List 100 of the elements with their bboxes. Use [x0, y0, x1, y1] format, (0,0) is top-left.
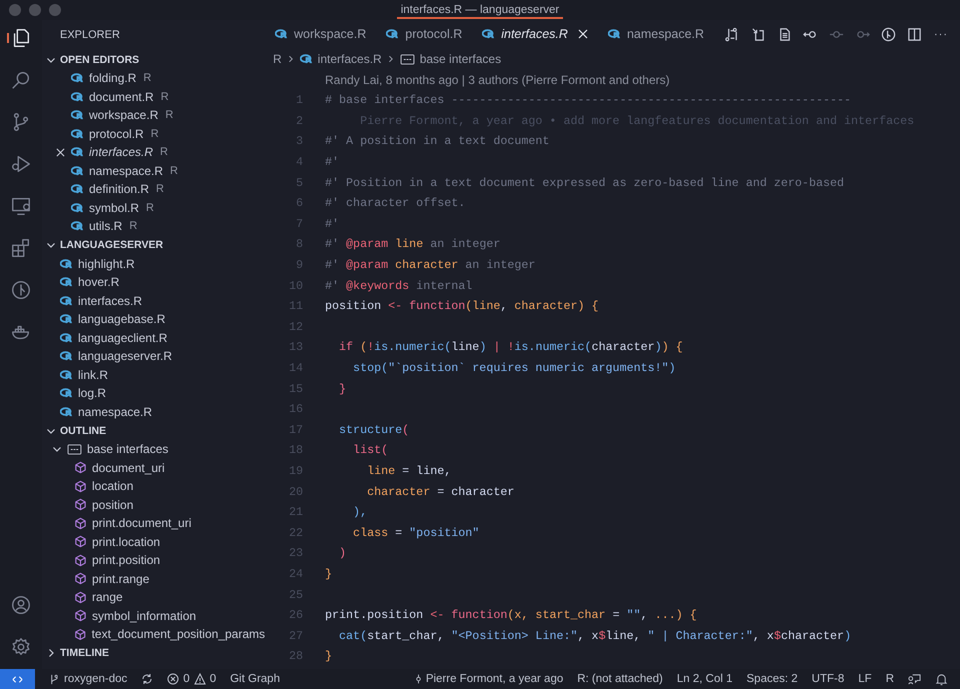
open-editor-item[interactable]: interfaces.R R [42, 143, 265, 162]
code-line: #' [325, 155, 340, 170]
outline-item[interactable]: print.location [42, 532, 265, 551]
open-editor-item[interactable]: workspace.R R [42, 106, 265, 124]
outline-item[interactable]: symbol_information [42, 606, 265, 625]
cube-icon [74, 516, 87, 530]
file-item[interactable]: log.R [42, 384, 265, 402]
open-editor-item[interactable]: symbol.R R [42, 198, 265, 217]
feedback-icon[interactable] [908, 672, 921, 686]
settings-icon[interactable] [10, 636, 32, 658]
r-file-icon [71, 202, 84, 213]
git-graph-status[interactable]: Git Graph [230, 673, 280, 685]
close-icon[interactable] [578, 29, 588, 39]
r-file-icon [60, 370, 73, 380]
editor-tab[interactable]: protocol.R [376, 20, 472, 48]
open-editor-item[interactable]: protocol.R R [42, 124, 265, 143]
run-debug-icon[interactable] [10, 153, 32, 175]
remote-explorer-icon[interactable] [10, 195, 32, 217]
code-line: character = character [366, 484, 514, 499]
search-icon[interactable] [10, 69, 32, 91]
document-icon[interactable] [777, 26, 792, 42]
file-item[interactable]: namespace.R [42, 402, 265, 421]
editor-tab[interactable]: interfaces.R [472, 20, 598, 48]
section-header[interactable]: OUTLINE [60, 424, 106, 436]
file-item[interactable]: highlight.R [42, 254, 265, 273]
breadcrumb-item[interactable]: R [273, 52, 282, 66]
open-editor-item[interactable]: namespace.R R [42, 162, 265, 180]
file-item[interactable]: languageclient.R [42, 328, 265, 347]
close-icon[interactable] [56, 148, 64, 157]
open-editor-item[interactable]: document.R R [42, 88, 265, 106]
outline-item[interactable]: print.document_uri [42, 514, 265, 532]
error-icon [167, 673, 180, 685]
branch-status[interactable]: roxygen-doc [49, 673, 128, 685]
file-item[interactable]: interfaces.R [42, 292, 265, 310]
file-arrow-icon[interactable] [751, 26, 766, 42]
r-session-status[interactable]: R: (not attached) [577, 673, 663, 685]
chevron-right-icon[interactable] [46, 648, 56, 658]
r-file-icon [71, 147, 84, 158]
editor-tab[interactable]: workspace.R [265, 20, 376, 48]
outline-item[interactable]: print.position [42, 551, 265, 570]
editor-tab[interactable]: namespace.R [598, 20, 714, 48]
cube-icon [74, 609, 87, 622]
file-item[interactable]: hover.R [42, 273, 265, 292]
code-line: #' A position in a text document [325, 134, 550, 148]
breadcrumb-item[interactable]: interfaces.R [318, 52, 382, 66]
extensions-icon[interactable] [10, 237, 32, 259]
cursor-position-status[interactable]: Ln 2, Col 1 [676, 673, 733, 685]
r-file-icon [482, 29, 496, 39]
sync-icon[interactable] [141, 673, 154, 685]
r-file-icon [71, 166, 84, 176]
remote-button[interactable] [0, 669, 35, 689]
r-file-icon [71, 110, 84, 120]
outline-item[interactable]: document_uri [42, 458, 265, 477]
git-status-label: R [165, 109, 174, 122]
outline-item[interactable]: print.range [42, 570, 265, 588]
open-editor-item[interactable]: utils.R R [42, 217, 265, 236]
open-editor-item[interactable]: folding.R R [42, 69, 265, 88]
line-ending-status[interactable]: LF [858, 673, 872, 685]
cube-icon [74, 628, 87, 641]
git-status-label: R [160, 90, 169, 103]
code-line: structure( [338, 422, 410, 437]
bell-icon[interactable] [935, 672, 948, 686]
code-line: #' [325, 216, 340, 231]
chevron-down-icon[interactable] [52, 444, 62, 454]
r-file-icon [60, 258, 73, 269]
blame-annotation[interactable]: Randy Lai, 8 months ago | 3 authors (Pierre Formont and others) [325, 73, 670, 87]
open-editor-item[interactable]: definition.R R [42, 180, 265, 198]
git-status-label: R [146, 202, 154, 214]
circled-branch-icon[interactable] [881, 26, 896, 42]
file-item[interactable]: languagebase.R [42, 310, 265, 328]
blame-status[interactable]: Pierre Formont, a year ago [414, 673, 564, 685]
language-status[interactable]: R [886, 673, 894, 685]
outline-item[interactable]: text_document_position_params [42, 625, 265, 644]
r-file-icon [71, 128, 84, 139]
outline-item[interactable]: position [42, 496, 265, 514]
account-icon[interactable] [10, 594, 32, 616]
outline-item[interactable]: base interfaces [42, 440, 265, 458]
problems-status[interactable]: 0 0 [167, 673, 216, 685]
cube-icon [74, 480, 87, 493]
section-header[interactable]: LANGUAGESERVER [60, 239, 164, 251]
code-line: cat(start_char, "<Position> Line:", x$line, " | Character:", x$character) [338, 628, 852, 643]
cube-icon [74, 498, 87, 512]
file-item[interactable]: link.R [42, 366, 265, 384]
r-file-icon [60, 332, 73, 343]
outline-item[interactable]: location [42, 477, 265, 496]
section-header[interactable]: OPEN EDITORS [60, 54, 140, 66]
chevron-down-icon[interactable] [46, 240, 56, 250]
split-editor-icon[interactable] [907, 26, 922, 42]
compare-changes-icon[interactable] [725, 26, 740, 42]
breadcrumb-item[interactable]: base interfaces [420, 52, 502, 66]
cube-icon [74, 572, 87, 586]
code-line: #' Position in a text document expressed as zero-based line and zero-based [325, 176, 844, 190]
file-item[interactable]: languageserver.R [42, 347, 265, 366]
encoding-status[interactable]: UTF-8 [812, 673, 844, 685]
circled-branch-icon[interactable] [10, 279, 32, 301]
outline-item[interactable]: range [42, 588, 265, 606]
section-header[interactable]: TIMELINE [60, 647, 109, 659]
cube-icon [74, 461, 87, 474]
remote-icon [12, 674, 23, 684]
indentation-status[interactable]: Spaces: 2 [746, 673, 798, 685]
